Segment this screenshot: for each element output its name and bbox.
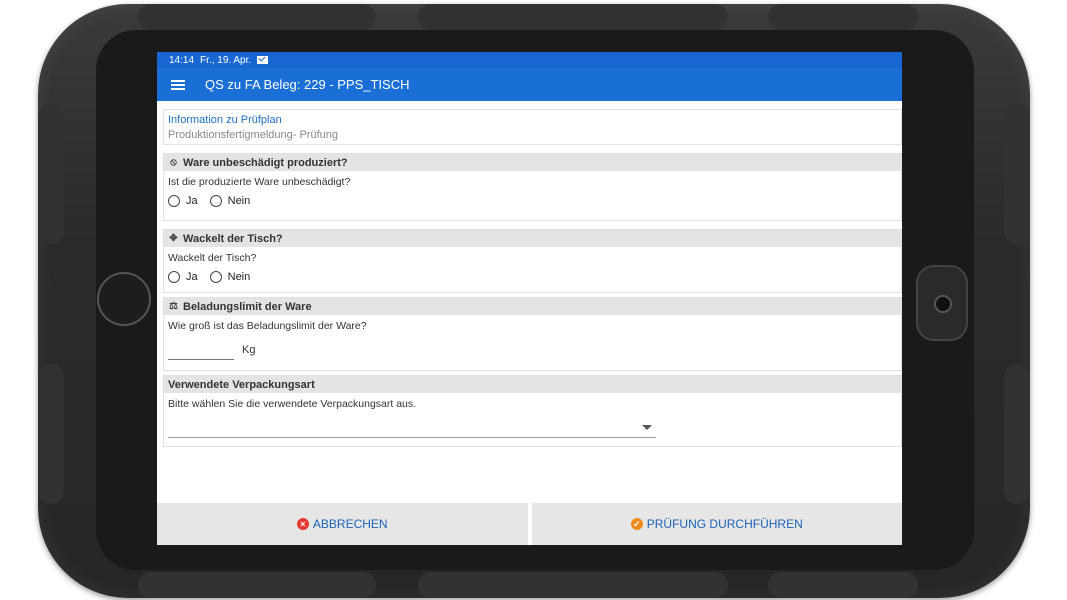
section-header: ⦸ Ware unbeschädigt produziert? (164, 154, 901, 171)
radio-button[interactable] (209, 271, 222, 283)
cancel-button[interactable]: × ABBRECHEN (157, 503, 528, 545)
home-button[interactable] (97, 272, 151, 326)
scale-icon: ⚖ (169, 301, 178, 312)
verpackungsart-dropdown[interactable] (168, 417, 656, 438)
question-text: Wackelt der Tisch? (168, 252, 257, 264)
case-bumper (138, 4, 376, 30)
case-bumper (418, 572, 728, 598)
info-card: Information zu Prüfplan Produktionsferti… (163, 109, 902, 145)
submit-label: PRÜFUNG DURCHFÜHREN (646, 517, 803, 531)
radio-option-nein[interactable]: Nein (209, 195, 251, 207)
radio-option-ja[interactable]: Ja (168, 271, 198, 283)
status-bar: 14:14 Fr., 19. Apr. (157, 52, 902, 68)
status-date: Fr., 19. Apr. (200, 54, 252, 66)
section-wackelt-tisch: ✥ Wackelt der Tisch? Wackelt der Tisch? … (163, 229, 902, 293)
action-bar: × ABBRECHEN ✓ PRÜFUNG DURCHFÜHREN (157, 503, 902, 545)
radio-button[interactable] (168, 195, 180, 207)
move-icon: ✥ (169, 233, 178, 244)
chevron-down-icon[interactable] (642, 425, 652, 430)
case-bumper (768, 572, 918, 598)
section-title: Beladungslimit der Ware (183, 300, 312, 313)
camera-knob (916, 265, 968, 341)
question-text: Ist die produzierte Ware unbeschädigt? (168, 176, 351, 188)
hamburger-menu-icon[interactable] (171, 79, 185, 90)
ban-icon: ⦸ (170, 157, 177, 168)
page-title: QS zu FA Beleg: 229 - PPS_TISCH (205, 77, 410, 92)
submit-button[interactable]: ✓ PRÜFUNG DURCHFÜHREN (527, 503, 902, 545)
status-time: 14:14 (169, 54, 195, 66)
weight-input-row: Kg (164, 333, 901, 360)
section-ware-unbeschaedigt: ⦸ Ware unbeschädigt produziert? Ist die … (163, 153, 902, 221)
form-content: Information zu Prüfplan Produktionsferti… (163, 109, 902, 447)
cancel-label: ABBRECHEN (312, 517, 388, 531)
close-icon: × (296, 518, 309, 530)
question-text: Bitte wählen Sie die verwendete Verpacku… (168, 398, 417, 410)
radio-label: Ja (186, 195, 198, 207)
section-title: Ware unbeschädigt produziert? (183, 156, 348, 169)
case-bumper (138, 572, 376, 598)
case-bumper (768, 4, 918, 30)
section-verpackungsart: Verwendete Verpackungsart Bitte wählen S… (163, 375, 902, 447)
info-title: Information zu Prüfplan (168, 114, 282, 126)
app-screen: 14:14 Fr., 19. Apr. QS zu FA Beleg: 229 … (157, 52, 902, 545)
section-beladungslimit: ⚖ Beladungslimit der Ware Wie groß ist d… (163, 297, 902, 371)
section-title: Wackelt der Tisch? (183, 232, 283, 245)
section-header: ⚖ Beladungslimit der Ware (164, 298, 901, 315)
radio-label: Nein (227, 195, 251, 207)
radio-button[interactable] (168, 271, 180, 283)
section-title: Verwendete Verpackungsart (168, 378, 315, 391)
notification-icon (257, 56, 269, 64)
radio-label: Nein (227, 271, 251, 283)
case-bumper (38, 364, 64, 504)
case-bumper (1004, 364, 1030, 504)
beladungslimit-input[interactable] (168, 343, 234, 360)
case-bumper (1004, 104, 1030, 244)
section-header: Verwendete Verpackungsart (164, 376, 901, 393)
check-icon: ✓ (630, 518, 643, 530)
case-bumper (418, 4, 728, 30)
radio-option-nein[interactable]: Nein (209, 271, 251, 283)
radio-button[interactable] (209, 195, 222, 207)
app-bar: QS zu FA Beleg: 229 - PPS_TISCH (157, 68, 902, 101)
radio-group: Ja Nein (164, 265, 901, 283)
radio-label: Ja (186, 271, 198, 283)
unit-label: Kg (242, 344, 256, 356)
info-text: Produktionsfertigmeldung- Prüfung (168, 129, 338, 141)
question-text: Wie groß ist das Beladungslimit der Ware… (168, 320, 367, 332)
section-header: ✥ Wackelt der Tisch? (164, 230, 901, 247)
radio-group: Ja Nein (164, 189, 901, 207)
case-bumper (38, 104, 64, 244)
radio-option-ja[interactable]: Ja (168, 195, 198, 207)
